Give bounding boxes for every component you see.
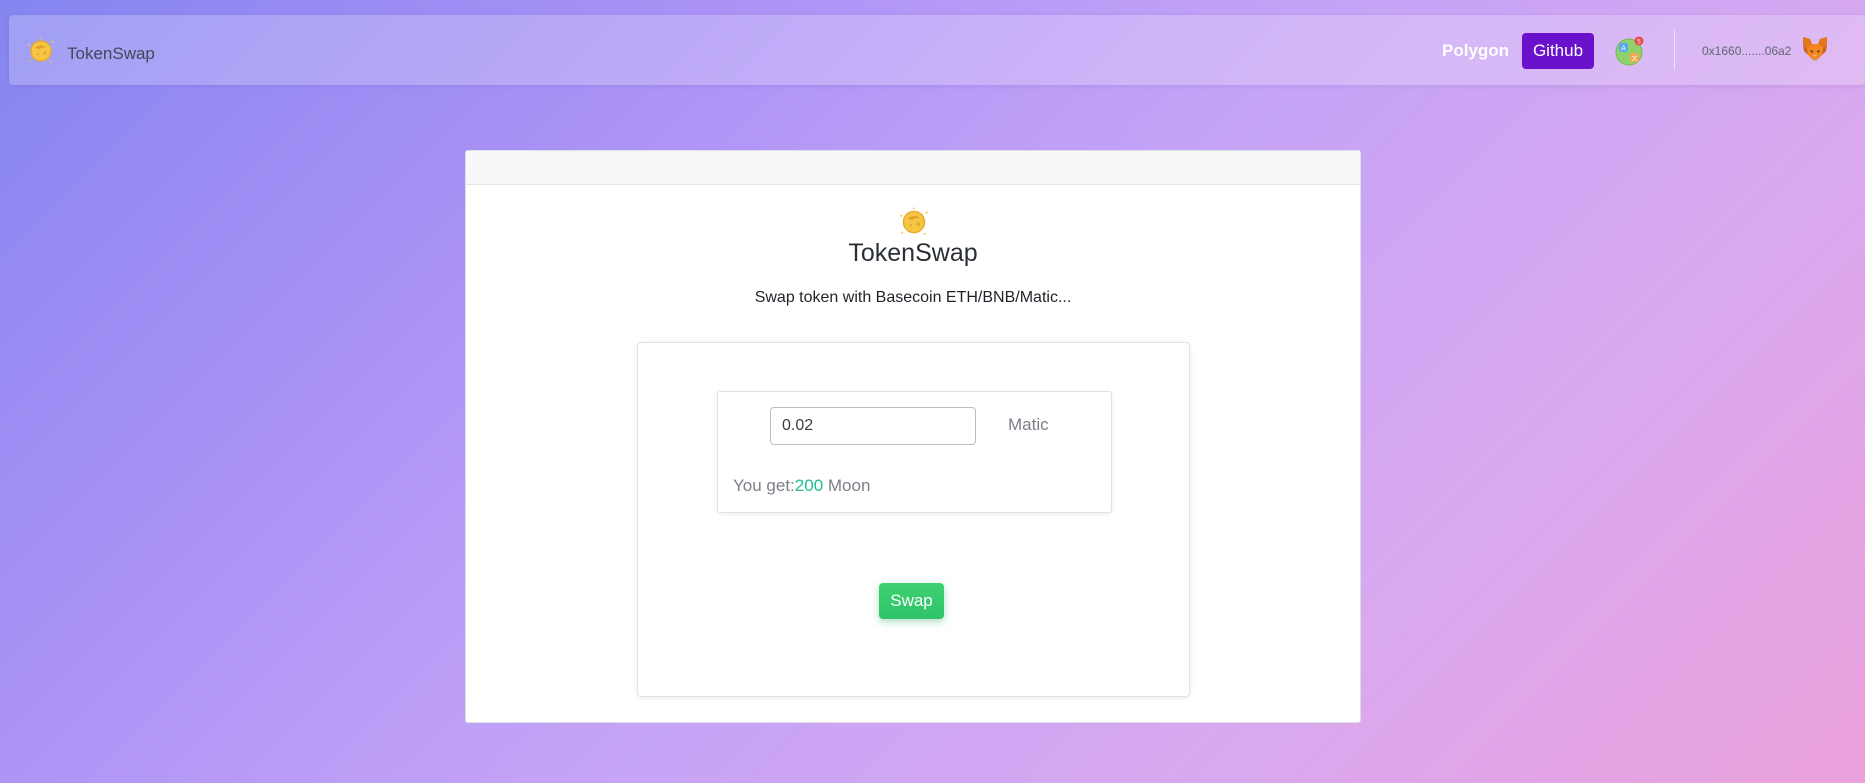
brand-name: TokenSwap [67,43,155,63]
swap-form-panel: Matic You get:200 Moon Swap [637,342,1190,697]
network-label[interactable]: Polygon [1442,41,1509,61]
unit-label: Matic [1008,415,1049,434]
svg-text:5: 5 [1637,38,1641,45]
card-header [466,151,1360,185]
svg-text:文: 文 [1631,54,1637,62]
swap-input-box: Matic You get:200 Moon [717,391,1112,513]
svg-text:A: A [1621,45,1626,53]
top-navbar: TokenSwap Polygon Github A 文 5 0x1660...… [9,15,1865,85]
you-get-token: Moon [827,476,871,495]
moon-icon [897,205,931,239]
you-get-amount: 200 [794,476,824,495]
swap-button[interactable]: Swap [879,583,944,619]
page-title: TokenSwap [848,239,978,267]
you-get-line: You get:200 Moon [733,476,870,496]
swap-card: TokenSwap Swap token with Basecoin ETH/B… [465,150,1361,723]
moon-icon [25,35,57,72]
you-get-label: You get: [733,476,795,495]
metamask-fox-icon [1801,36,1829,67]
github-button[interactable]: Github [1522,33,1594,69]
page-subtitle: Swap token with Basecoin ETH/BNB/Matic..… [754,289,1072,306]
translate-icon[interactable]: A 文 5 [1612,34,1646,68]
account-button[interactable]: 0x1660.......06a2 [1702,33,1829,69]
account-address: 0x1660.......06a2 [1702,44,1792,58]
brand[interactable]: TokenSwap [25,35,155,72]
amount-input[interactable] [770,407,976,445]
navbar-divider [1674,30,1675,70]
